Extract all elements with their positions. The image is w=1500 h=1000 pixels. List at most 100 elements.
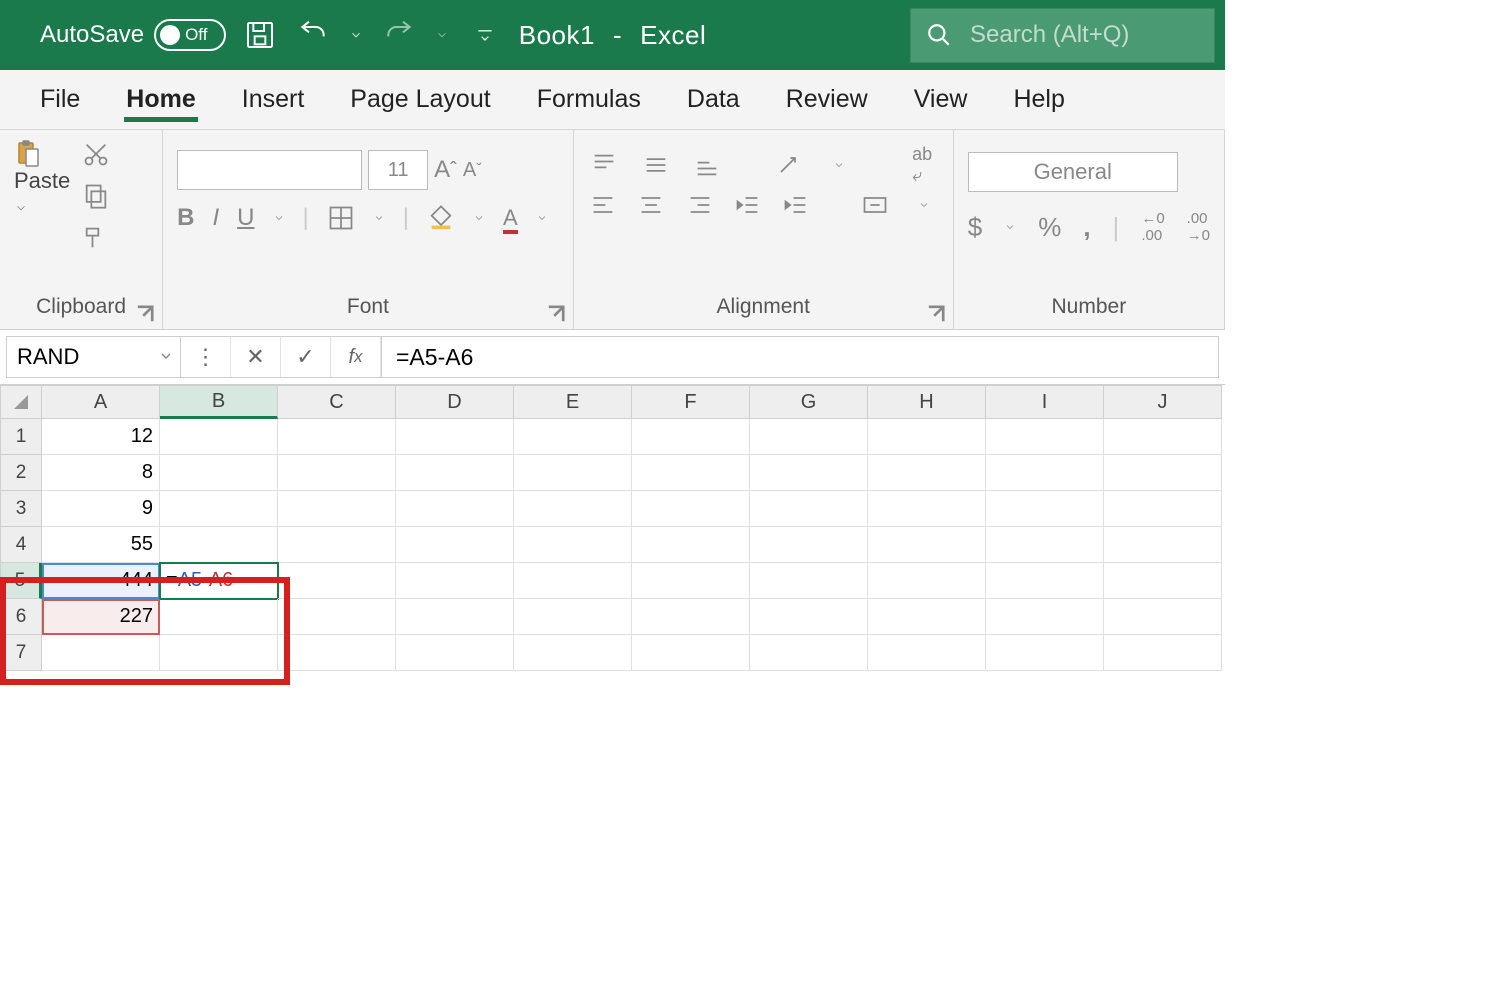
decrease-indent-icon[interactable] bbox=[733, 190, 763, 220]
cell-F1[interactable] bbox=[632, 419, 750, 455]
name-box[interactable]: RAND bbox=[6, 336, 181, 378]
namebox-dropdown-icon[interactable] bbox=[158, 344, 174, 370]
merge-dropdown-icon[interactable] bbox=[908, 190, 938, 220]
cell-D4[interactable] bbox=[396, 527, 514, 563]
column-header-H[interactable]: H bbox=[868, 385, 986, 419]
tab-insert[interactable]: Insert bbox=[240, 77, 307, 122]
autosave-toggle[interactable]: Off bbox=[154, 19, 226, 51]
borders-dropdown-icon[interactable] bbox=[373, 204, 385, 232]
increase-decimal-icon[interactable]: ←0.00 bbox=[1141, 210, 1164, 244]
alignment-launcher-icon[interactable] bbox=[927, 305, 945, 323]
row-header-6[interactable]: 6 bbox=[0, 599, 42, 635]
cell-C5[interactable] bbox=[278, 563, 396, 599]
cell-E3[interactable] bbox=[514, 491, 632, 527]
tab-review[interactable]: Review bbox=[784, 77, 870, 122]
cell-G6[interactable] bbox=[750, 599, 868, 635]
paste-dropdown-icon[interactable] bbox=[14, 194, 28, 222]
insert-function-icon[interactable]: fx bbox=[331, 337, 381, 377]
wrap-text-icon[interactable]: ab⤶ bbox=[905, 150, 938, 180]
decrease-font-icon[interactable]: Aˇ bbox=[463, 159, 482, 182]
column-header-G[interactable]: G bbox=[750, 385, 868, 419]
font-family-select[interactable] bbox=[177, 150, 362, 190]
cell-A7[interactable] bbox=[42, 635, 160, 671]
cell-A3[interactable]: 9 bbox=[42, 491, 160, 527]
cell-C7[interactable] bbox=[278, 635, 396, 671]
cell-G1[interactable] bbox=[750, 419, 868, 455]
column-header-F[interactable]: F bbox=[632, 385, 750, 419]
cell-C6[interactable] bbox=[278, 599, 396, 635]
cell-J3[interactable] bbox=[1104, 491, 1222, 527]
clipboard-launcher-icon[interactable] bbox=[136, 305, 154, 323]
column-header-E[interactable]: E bbox=[514, 385, 632, 419]
cell-E1[interactable] bbox=[514, 419, 632, 455]
align-top-icon[interactable] bbox=[588, 150, 621, 180]
percent-icon[interactable]: % bbox=[1038, 212, 1061, 243]
cell-A4[interactable]: 55 bbox=[42, 527, 160, 563]
undo-dropdown-icon[interactable] bbox=[347, 16, 365, 54]
italic-button[interactable]: I bbox=[213, 204, 220, 232]
cell-J5[interactable] bbox=[1104, 563, 1222, 599]
qat-customize-icon[interactable] bbox=[466, 16, 504, 54]
cell-A5[interactable]: 444 bbox=[42, 563, 160, 599]
increase-font-icon[interactable]: Aˆ bbox=[434, 156, 457, 184]
column-header-I[interactable]: I bbox=[986, 385, 1104, 419]
column-header-D[interactable]: D bbox=[396, 385, 514, 419]
cell-H3[interactable] bbox=[868, 491, 986, 527]
tab-page-layout[interactable]: Page Layout bbox=[348, 77, 492, 122]
undo-icon[interactable] bbox=[294, 16, 332, 54]
comma-icon[interactable]: , bbox=[1083, 212, 1090, 243]
column-header-B[interactable]: B bbox=[160, 385, 278, 419]
cell-D2[interactable] bbox=[396, 455, 514, 491]
cell-E2[interactable] bbox=[514, 455, 632, 491]
increase-indent-icon[interactable] bbox=[781, 190, 811, 220]
cell-G7[interactable] bbox=[750, 635, 868, 671]
cell-F4[interactable] bbox=[632, 527, 750, 563]
copy-icon[interactable] bbox=[82, 182, 110, 210]
tab-formulas[interactable]: Formulas bbox=[535, 77, 643, 122]
align-left-icon[interactable] bbox=[588, 190, 618, 220]
cell-I1[interactable] bbox=[986, 419, 1104, 455]
number-format-select[interactable]: General bbox=[968, 152, 1178, 192]
cell-I4[interactable] bbox=[986, 527, 1104, 563]
row-header-2[interactable]: 2 bbox=[0, 455, 42, 491]
cell-D7[interactable] bbox=[396, 635, 514, 671]
cell-I3[interactable] bbox=[986, 491, 1104, 527]
decrease-decimal-icon[interactable]: .00→0 bbox=[1187, 210, 1210, 244]
font-color-dropdown-icon[interactable] bbox=[536, 204, 548, 232]
cell-A2[interactable]: 8 bbox=[42, 455, 160, 491]
fill-dropdown-icon[interactable] bbox=[473, 204, 485, 232]
save-icon[interactable] bbox=[241, 16, 279, 54]
row-header-5[interactable]: 5 bbox=[0, 563, 42, 599]
cell-E5[interactable] bbox=[514, 563, 632, 599]
cell-H2[interactable] bbox=[868, 455, 986, 491]
cell-B4[interactable] bbox=[160, 527, 278, 563]
cell-B7[interactable] bbox=[160, 635, 278, 671]
cell-J7[interactable] bbox=[1104, 635, 1222, 671]
orientation-dropdown-icon[interactable] bbox=[823, 150, 856, 180]
cell-G2[interactable] bbox=[750, 455, 868, 491]
underline-button[interactable]: U bbox=[237, 204, 254, 232]
cell-H5[interactable] bbox=[868, 563, 986, 599]
row-header-7[interactable]: 7 bbox=[0, 635, 42, 671]
underline-dropdown-icon[interactable] bbox=[273, 204, 285, 232]
cell-E7[interactable] bbox=[514, 635, 632, 671]
redo-icon[interactable] bbox=[380, 16, 418, 54]
cell-C4[interactable] bbox=[278, 527, 396, 563]
tab-help[interactable]: Help bbox=[1011, 77, 1066, 122]
tab-home[interactable]: Home bbox=[124, 77, 197, 122]
currency-dropdown-icon[interactable] bbox=[1004, 213, 1016, 241]
cell-A6[interactable]: 227 bbox=[42, 599, 160, 635]
cell-H1[interactable] bbox=[868, 419, 986, 455]
enter-formula-icon[interactable]: ✓ bbox=[281, 337, 331, 377]
select-all-corner[interactable] bbox=[0, 385, 42, 419]
row-header-1[interactable]: 1 bbox=[0, 419, 42, 455]
column-header-J[interactable]: J bbox=[1104, 385, 1222, 419]
dots-icon[interactable]: ⋮ bbox=[181, 337, 231, 377]
cell-J2[interactable] bbox=[1104, 455, 1222, 491]
cell-F7[interactable] bbox=[632, 635, 750, 671]
column-header-C[interactable]: C bbox=[278, 385, 396, 419]
align-center-icon[interactable] bbox=[636, 190, 666, 220]
cell-E4[interactable] bbox=[514, 527, 632, 563]
paste-button[interactable] bbox=[14, 140, 42, 168]
formula-input[interactable]: =A5-A6 bbox=[382, 336, 1219, 378]
